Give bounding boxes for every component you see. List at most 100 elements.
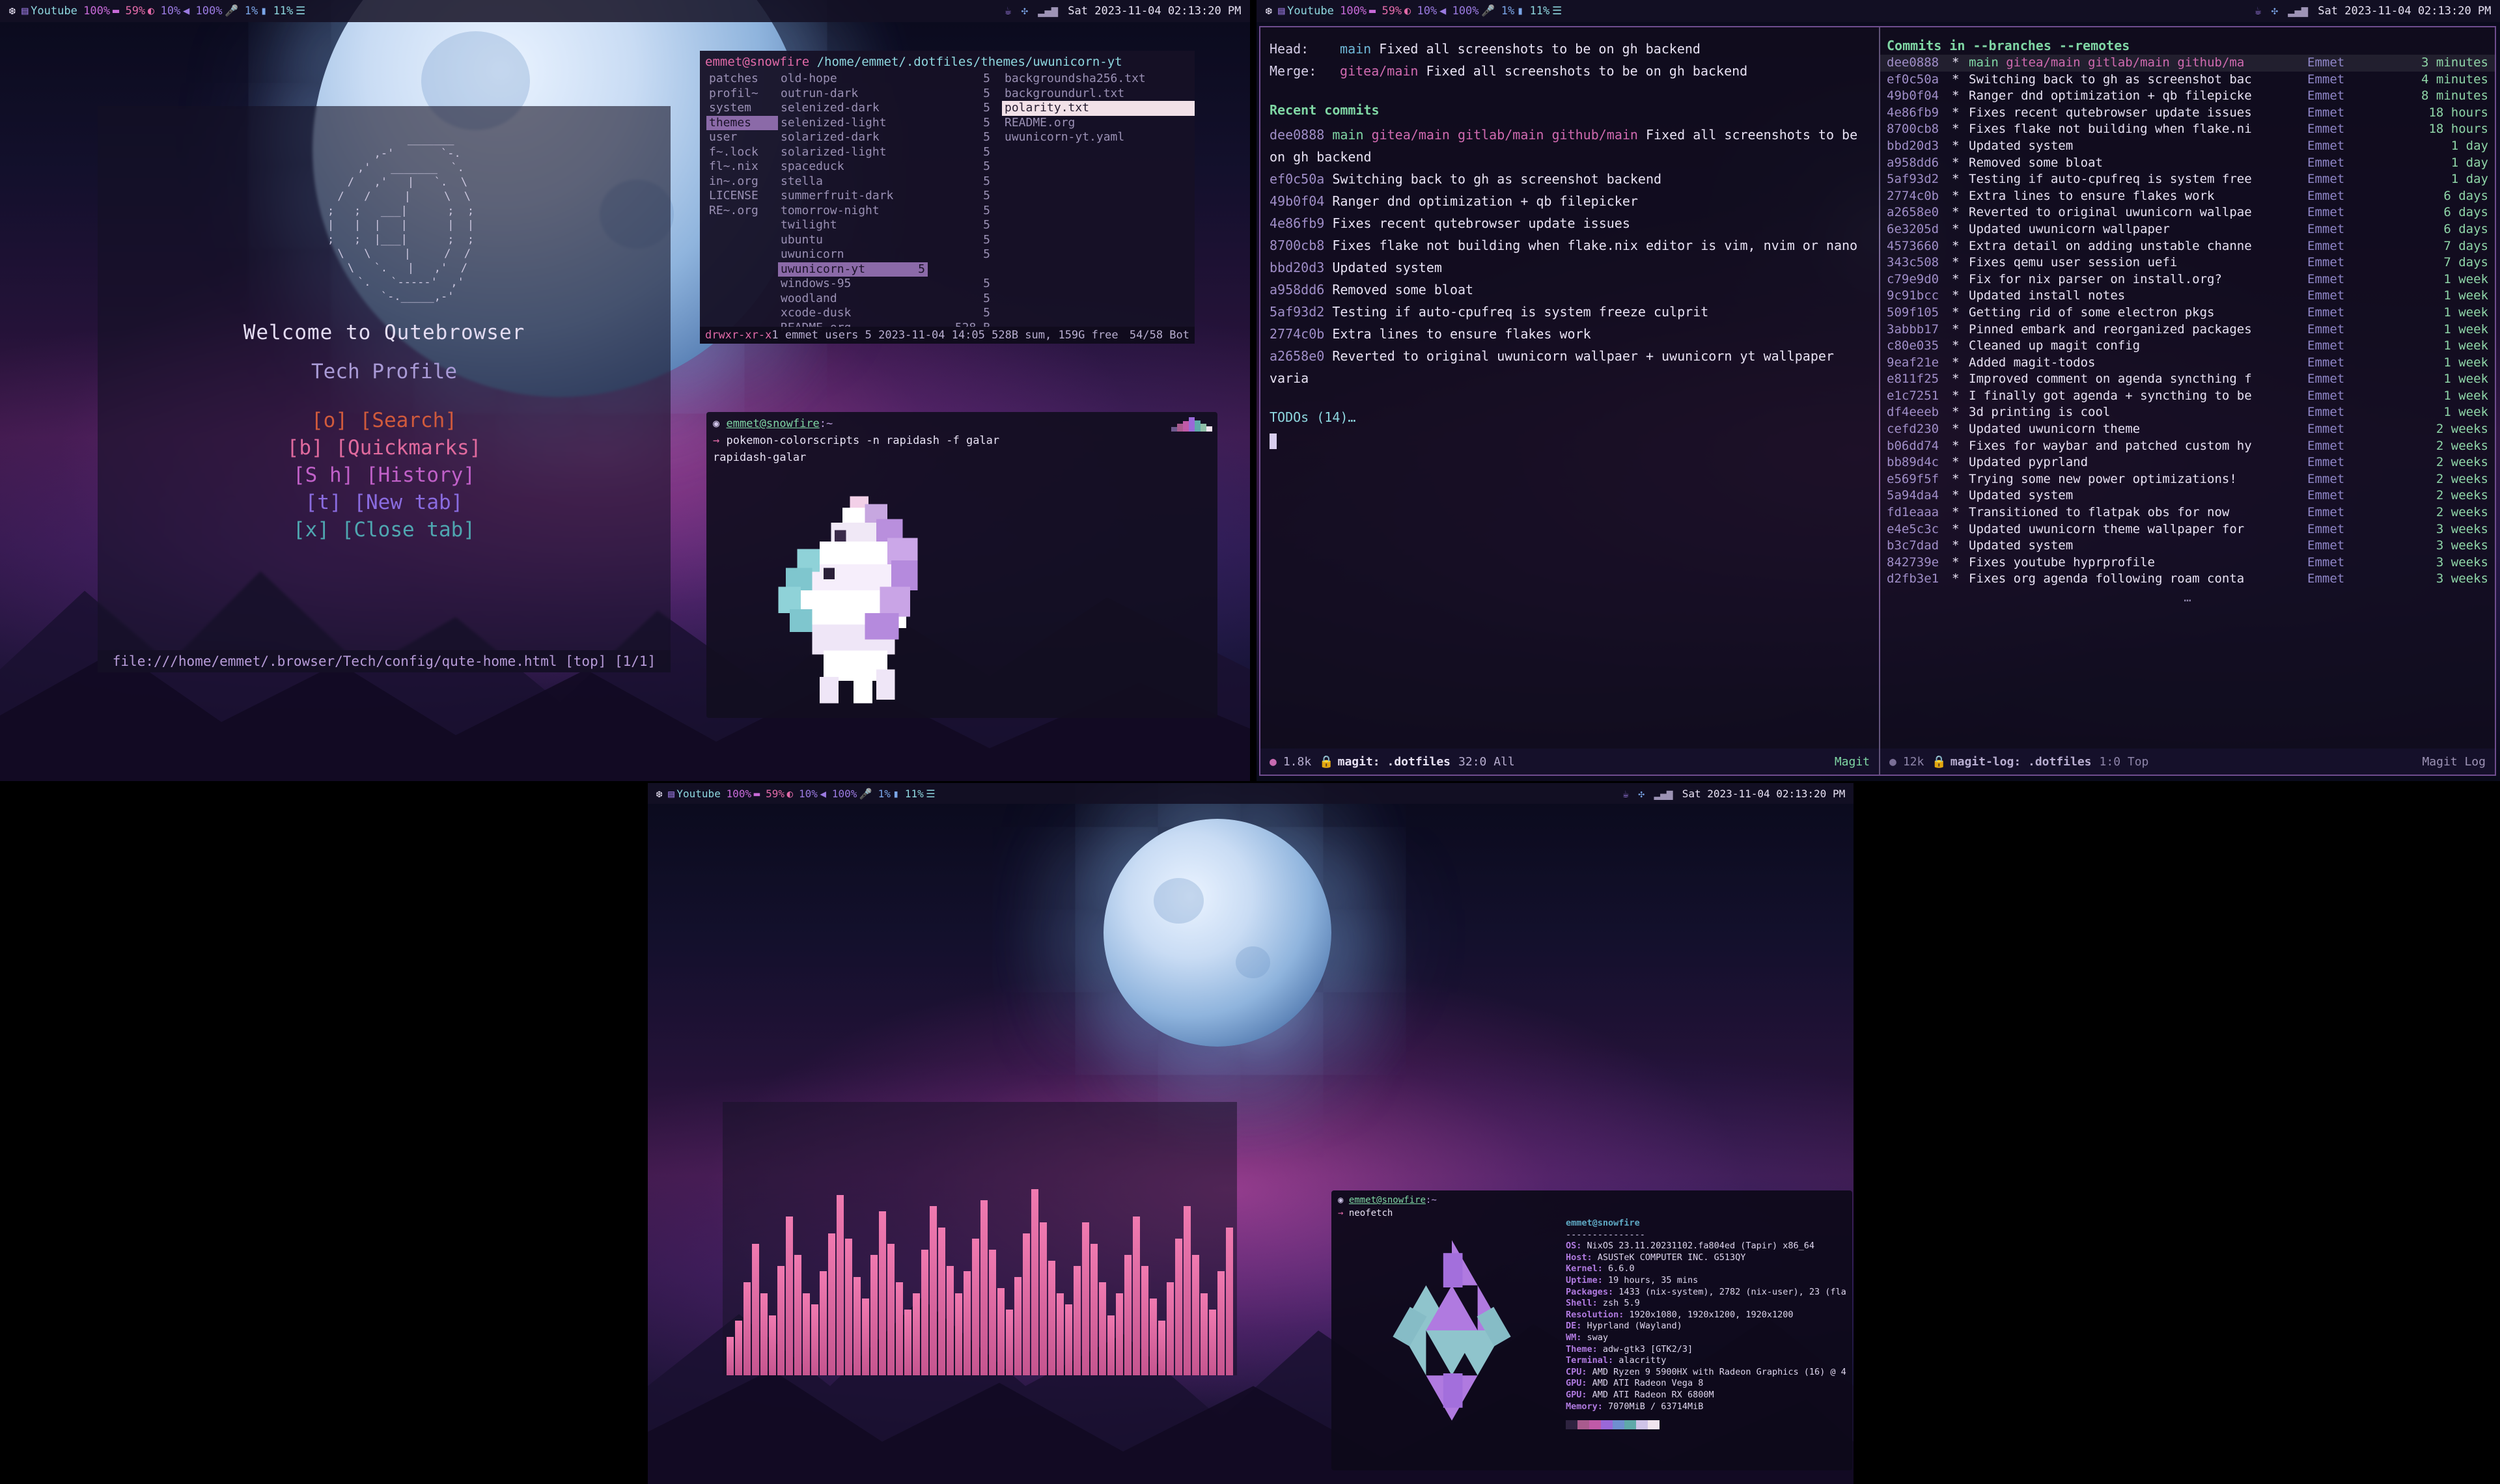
magit-log-row[interactable]: 4e86fb9 * Fixes recent qutebrowser update … <box>1880 105 2495 122</box>
ranger-entry[interactable]: old-hope 5 <box>778 72 993 87</box>
qutebrowser-window[interactable]: _______ ,-' `-. ,' _______ `. / ,' | `. … <box>98 106 671 672</box>
ranger-entry[interactable]: outrun-dark 5 <box>778 87 993 102</box>
ranger-window[interactable]: emmet@snowfire /home/emmet/.dotfiles/the… <box>700 51 1195 344</box>
magit-log-row[interactable]: c79e9d0 * Fix for nix parser on install.or… <box>1880 271 2495 288</box>
brightness-indicator[interactable]: 59% ◐ <box>1382 5 1411 18</box>
status-bar-top-left[interactable]: ❆ ▤ Youtube 100% ▬ 59% ◐ 10% ◀ 100% 🎤 1%… <box>0 0 1250 22</box>
magit-log-row[interactable]: 509f105 * Getting rid of some electron pkg… <box>1880 305 2495 322</box>
magit-commit-row[interactable]: dee0888 main gitea/main gitlab/main gith… <box>1270 124 1870 168</box>
bluetooth-icon[interactable]: ✣ <box>2271 5 2278 18</box>
ranger-entry[interactable]: uwunicorn 5 <box>778 247 993 262</box>
ranger-entry[interactable]: LICENSE <box>706 189 778 204</box>
magit-log-header[interactable]: Commits in --branches --remotes <box>1880 27 2495 55</box>
magit-log-row[interactable]: e811f25 * Improved comment on agenda synct… <box>1880 371 2495 388</box>
ranger-entry[interactable]: backgroundsha256.txt <box>1002 72 1195 87</box>
ranger-entry[interactable]: uwunicorn-yt.yaml <box>1002 130 1195 145</box>
ranger-entry[interactable]: stella 5 <box>778 174 993 189</box>
magit-log-row[interactable]: dee0888 * main gitea/main gitlab/main gith… <box>1880 55 2495 72</box>
magit-log-row[interactable]: 4573660 * Extra detail on adding unstable … <box>1880 238 2495 255</box>
ranger-entry[interactable]: tomorrow-night 5 <box>778 204 993 219</box>
magit-log-row[interactable]: ef0c50a * Switching back to gh as screensh… <box>1880 72 2495 89</box>
magit-log-row[interactable]: 5a94da4 * Updated system Emmet 2 weeks <box>1880 488 2495 504</box>
magit-commit-row[interactable]: a2658e0 Reverted to original uwunicorn w… <box>1270 345 1870 389</box>
volume-indicator[interactable]: 10% ◀ <box>161 5 190 18</box>
menu-item-quickmarks[interactable]: [b] [Quickmarks] <box>98 434 671 461</box>
magit-log-row[interactable]: 6e3205d * Updated uwunicorn wallpaper Emmet… <box>1880 221 2495 238</box>
workspace-indicator[interactable]: ▤ Youtube <box>1278 5 1334 18</box>
ranger-entry[interactable]: uwunicorn-yt 5 <box>778 262 928 277</box>
menu-item-search[interactable]: [o] [Search] <box>98 407 671 434</box>
magit-commit-list[interactable]: dee0888 main gitea/main gitlab/main gith… <box>1270 124 1870 389</box>
clock-label[interactable]: Sat 2023-11-04 02:13:20 PM <box>2318 5 2491 18</box>
magit-log-row[interactable]: 343c508 * Fixes qemu user session uefi Emme… <box>1880 254 2495 271</box>
cpu-indicator[interactable]: 1% ▮ <box>1501 5 1523 18</box>
ranger-entry[interactable]: woodland 5 <box>778 292 993 307</box>
magit-log-row[interactable]: 842739e * Fixes youtube hyprprofile Emmet 3 … <box>1880 555 2495 571</box>
menu-item-close-tab[interactable]: [x] [Close tab] <box>98 516 671 543</box>
magit-log-row[interactable]: df4eeeb * 3d printing is cool Emmet 1 week <box>1880 404 2495 421</box>
magit-merge-branch[interactable]: gitea/main <box>1340 63 1418 79</box>
magit-commit-row[interactable]: 49b0f04 Ranger dnd optimization + qb fil… <box>1270 190 1870 212</box>
coffee-off-icon[interactable]: ☕ <box>1005 5 1011 18</box>
ranger-entry[interactable]: solarized-dark 5 <box>778 130 993 145</box>
memory-indicator[interactable]: 11% ☰ <box>905 788 936 800</box>
ranger-entry[interactable]: ubuntu 5 <box>778 233 993 248</box>
microphone-indicator[interactable]: 100% 🎤 <box>832 788 872 800</box>
bluetooth-icon[interactable]: ✣ <box>1638 788 1645 800</box>
magit-log-row[interactable]: 9c91bcc * Updated install notes Emmet 1 week <box>1880 288 2495 305</box>
pokemon-terminal-window[interactable]: ◉ emmet@snowfire:~ → pokemon-colorscript… <box>706 412 1217 718</box>
magit-log-row[interactable]: a958dd6 * Removed some bloat Emmet 1 day <box>1880 155 2495 172</box>
workspace-indicator[interactable]: ▤ Youtube <box>668 788 721 800</box>
magit-log-row[interactable]: b3c7dad * Updated system Emmet 3 weeks <box>1880 538 2495 555</box>
ranger-entry[interactable]: fl~.nix <box>706 159 778 174</box>
workspace-indicator[interactable]: ▤ Youtube <box>21 5 77 18</box>
ranger-entry[interactable]: summerfruit-dark 5 <box>778 189 993 204</box>
wifi-signal-icon[interactable]: ▂▄▆ <box>1038 5 1058 18</box>
magit-commit-row[interactable]: ef0c50a Switching back to gh as screensh… <box>1270 168 1870 190</box>
magit-log-row[interactable]: fd1eaaa * Transitioned to flatpak obs for … <box>1880 504 2495 521</box>
ranger-entry[interactable]: spaceduck 5 <box>778 159 993 174</box>
ranger-entry[interactable]: selenized-light 5 <box>778 116 993 131</box>
ranger-entry[interactable]: system <box>706 101 778 116</box>
magit-log-row[interactable]: 8700cb8 * Fixes flake not building when fl… <box>1880 121 2495 138</box>
brightness-indicator[interactable]: 59% ◐ <box>766 788 793 800</box>
microphone-indicator[interactable]: 100% 🎤 <box>196 5 239 18</box>
wifi-signal-icon[interactable]: ▂▄▆ <box>2288 5 2308 18</box>
clock-label[interactable]: Sat 2023-11-04 02:13:20 PM <box>1682 788 1845 800</box>
wifi-signal-icon[interactable]: ▂▄▆ <box>1654 788 1673 800</box>
magit-log-row[interactable]: cefd230 * Updated uwunicorn theme Emmet 2 we… <box>1880 421 2495 438</box>
memory-indicator[interactable]: 11% ☰ <box>1530 5 1562 18</box>
ranger-entry[interactable]: f~.lock <box>706 145 778 160</box>
ranger-entry[interactable]: xcode-dusk 5 <box>778 306 993 321</box>
neofetch-terminal-window[interactable]: ◉ emmet@snowfire:~ → neofetch emmet@snow… <box>1331 1190 1852 1470</box>
magit-todos-section[interactable]: TODOs (14)… <box>1270 406 1870 428</box>
magit-commit-row[interactable]: bbd20d3 Updated system <box>1270 256 1870 279</box>
ranger-entry[interactable]: twilight 5 <box>778 218 993 233</box>
volume-indicator[interactable]: 10% ◀ <box>1417 5 1447 18</box>
ranger-column-current[interactable]: old-hope 5 outrun-dark 5 selenized-dark 5 sele… <box>778 72 993 335</box>
ranger-entry[interactable]: in~.org <box>706 174 778 189</box>
ranger-column-preview[interactable]: backgroundsha256.txt backgroundurl.txt pol… <box>993 72 1195 335</box>
ranger-entry[interactable]: solarized-light 5 <box>778 145 993 160</box>
magit-log-row[interactable]: 5af93d2 * Testing if auto-cpufreq is syste… <box>1880 171 2495 188</box>
magit-commit-row[interactable]: 4e86fb9 Fixes recent qutebrowser update … <box>1270 212 1870 234</box>
magit-log-row[interactable]: e569f5f * Trying some new power optimizati… <box>1880 471 2495 488</box>
magit-log-row[interactable]: bb89d4c * Updated pyprland Emmet 2 weeks <box>1880 454 2495 471</box>
bluetooth-icon[interactable]: ✣ <box>1021 5 1028 18</box>
magit-head-branch[interactable]: main <box>1340 41 1371 57</box>
battery-indicator[interactable]: 100% ▬ <box>83 5 119 18</box>
magit-log-row[interactable]: 9eaf21e * Added magit-todos Emmet 1 week <box>1880 355 2495 372</box>
magit-log-row[interactable]: 2774c0b * Extra lines to ensure flakes wor… <box>1880 188 2495 205</box>
ranger-entry[interactable]: windows-95 5 <box>778 277 993 292</box>
nix-snowflake-icon[interactable]: ❆ <box>1266 5 1272 18</box>
magit-log-pane[interactable]: Commits in --branches --remotes dee0888 *… <box>1880 27 2495 775</box>
magit-log-row[interactable]: 3abbb17 * Pinned embark and reorganized pa… <box>1880 322 2495 338</box>
ranger-entry[interactable]: user <box>706 130 778 145</box>
magit-log-row[interactable]: c80e035 * Cleaned up magit config Emmet 1 we… <box>1880 338 2495 355</box>
coffee-off-icon[interactable]: ☕ <box>2255 5 2261 18</box>
magit-commit-row[interactable]: a958dd6 Removed some bloat <box>1270 279 1870 301</box>
magit-commit-row[interactable]: 5af93d2 Testing if auto-cpufreq is syste… <box>1270 301 1870 323</box>
coffee-off-icon[interactable]: ☕ <box>1622 788 1629 800</box>
cava-visualizer-window[interactable] <box>723 1102 1237 1375</box>
microphone-indicator[interactable]: 100% 🎤 <box>1452 5 1495 18</box>
